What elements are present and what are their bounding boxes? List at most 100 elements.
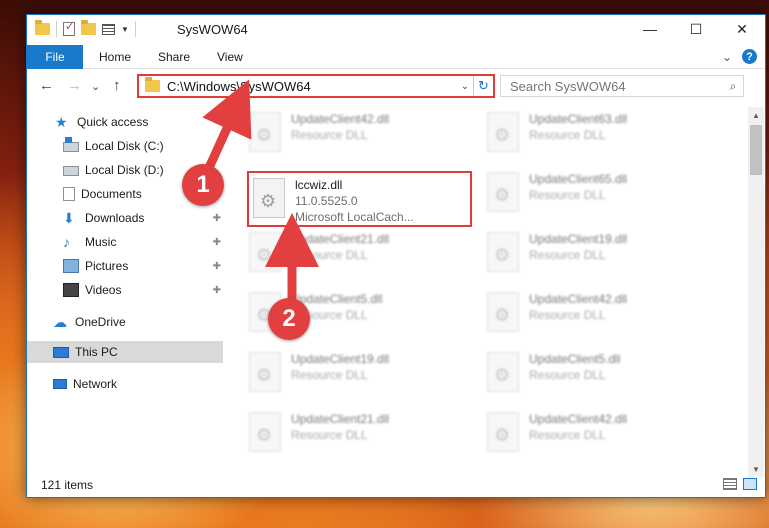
file-item[interactable]: UpdateClient42.dll Resource DLL [241,107,466,163]
file-version: 11.0.5525.0 [295,194,358,208]
sidebar-item-label: This PC [75,345,118,359]
search-box[interactable]: ⌕ [500,75,744,97]
minimize-button[interactable]: — [627,15,673,43]
view-toggles [723,478,757,490]
sidebar-item-network[interactable]: Network [27,373,223,395]
search-icon[interactable]: ⌕ [723,79,743,94]
file-item[interactable]: UpdateClient21.dll Resource DLL [241,407,466,463]
customize-toolbar-icon[interactable]: ▼ [121,25,129,34]
pin-icon[interactable]: ✚ [213,285,221,296]
sidebar-item-onedrive[interactable]: ☁ OneDrive [27,311,223,333]
vertical-scrollbar[interactable]: ▲ ▼ [748,107,764,477]
sidebar-item-downloads[interactable]: ⬇ Downloads ✚ [27,207,223,229]
toolbar-divider [134,21,136,37]
recent-locations-button[interactable]: ⌄ [91,80,100,93]
sidebar-item-label: Network [73,377,118,391]
navigation-bar: ← → ⌄ ↑ C:\Windows\SysWOW64 ⌄ ↻ ⌕ [27,73,765,101]
window-controls: — ☐ ✕ [627,15,765,43]
sidebar-item-music[interactable]: ♪ Music ✚ [27,231,223,253]
address-dropdown-icon[interactable]: ⌄ [457,81,473,92]
ribbon-controls: ⌄ ? [722,49,757,64]
refresh-icon[interactable]: ↻ [473,76,493,96]
file-name: UpdateClient19.dll [529,232,628,246]
file-name: UpdateClient42.dll [529,412,628,426]
file-name: UpdateClient63.dll [529,112,628,126]
step-1-callout: 1 [182,164,224,206]
file-company: Microsoft LocalCach... [295,210,414,224]
sidebar-item-pictures[interactable]: Pictures ✚ [27,255,223,277]
file-item[interactable]: UpdateClient21.dll Resource DLL [241,227,466,283]
ribbon: File Home Share View ⌄ ? [27,45,765,69]
scrollbar-thumb[interactable] [750,125,762,175]
file-item[interactable]: UpdateClient19.dll Resource DLL [241,347,466,403]
scroll-up-icon[interactable]: ▲ [748,107,764,123]
dll-file-icon [253,178,285,218]
dll-file-icon [249,112,281,152]
sidebar-item-this-pc[interactable]: This PC [27,341,223,363]
file-item[interactable]: UpdateClient63.dll Resource DLL [479,107,704,163]
view-icon[interactable] [102,23,115,35]
file-name: UpdateClient21.dll [291,412,390,426]
file-item[interactable]: UpdateClient19.dll Resource DLL [479,227,704,283]
help-icon[interactable]: ? [742,49,757,64]
tab-file[interactable]: File [27,45,83,69]
pin-icon[interactable]: ✚ [213,261,221,272]
pin-icon[interactable]: ✚ [213,237,221,248]
title-bar: ▼ SysWOW64 — ☐ ✕ [27,15,765,45]
file-item[interactable]: UpdateClient5.dll Resource DLL [479,347,704,403]
drive-icon [63,137,79,152]
forward-button[interactable]: → [67,77,82,94]
sidebar-item-label: Pictures [85,259,129,273]
tab-view[interactable]: View [217,50,243,64]
dll-file-icon [487,352,519,392]
toolbar-divider [56,21,57,37]
address-bar[interactable]: C:\Windows\SysWOW64 ⌄ ↻ [137,74,495,98]
dll-file-icon [249,412,281,452]
videos-icon [63,283,79,297]
dll-file-icon [487,292,519,332]
new-folder-icon[interactable] [81,20,96,35]
file-name: UpdateClient42.dll [291,112,390,126]
pin-icon[interactable]: ✚ [213,213,221,224]
music-icon: ♪ [63,234,70,250]
sidebar-item-label: Local Disk (C:) [85,139,164,153]
quick-access-toolbar: ▼ [35,20,136,37]
sidebar-item-local-disk-c[interactable]: Local Disk (C:) [27,135,223,157]
documents-icon [63,187,75,201]
file-item[interactable]: UpdateClient42.dll Resource DLL [479,287,704,343]
large-icons-view-icon[interactable] [743,478,757,490]
sidebar-item-videos[interactable]: Videos ✚ [27,279,223,301]
search-input[interactable] [510,78,723,94]
address-path[interactable]: C:\Windows\SysWOW64 [167,79,457,94]
dll-file-icon [487,232,519,272]
file-type: Resource DLL [529,308,606,322]
star-icon: ★ [55,114,68,130]
properties-icon[interactable] [63,20,75,36]
dll-file-icon [249,352,281,392]
file-list: UpdateClient42.dll Resource DLL lccwiz.dl… [241,107,741,467]
back-button[interactable]: ← [39,77,54,94]
details-view-icon[interactable] [723,478,737,490]
cloud-icon: ☁ [53,314,67,330]
drive-icon [63,166,79,176]
download-icon: ⬇ [63,210,75,226]
file-type: Resource DLL [291,428,368,442]
file-name: UpdateClient5.dll [529,352,621,366]
tab-home[interactable]: Home [99,50,131,64]
file-type: Resource DLL [291,128,368,142]
file-name: lccwiz.dll [295,178,343,192]
up-button[interactable]: ↑ [113,77,121,94]
file-item[interactable]: UpdateClient65.dll Resource DLL [479,167,704,223]
file-name: UpdateClient19.dll [291,352,390,366]
file-item[interactable]: UpdateClient42.dll Resource DLL [479,407,704,463]
dll-file-icon [249,232,281,272]
maximize-button[interactable]: ☐ [673,15,719,43]
item-count: 121 items [41,478,94,492]
file-item-lccwiz[interactable]: lccwiz.dll 11.0.5525.0 Microsoft LocalCa… [247,171,472,227]
close-button[interactable]: ✕ [719,15,765,43]
tab-share[interactable]: Share [158,50,190,64]
expand-ribbon-icon[interactable]: ⌄ [722,50,732,64]
file-type: Resource DLL [291,248,368,262]
file-type: Resource DLL [529,188,606,202]
sidebar-item-quick-access[interactable]: ★ Quick access [27,111,223,133]
